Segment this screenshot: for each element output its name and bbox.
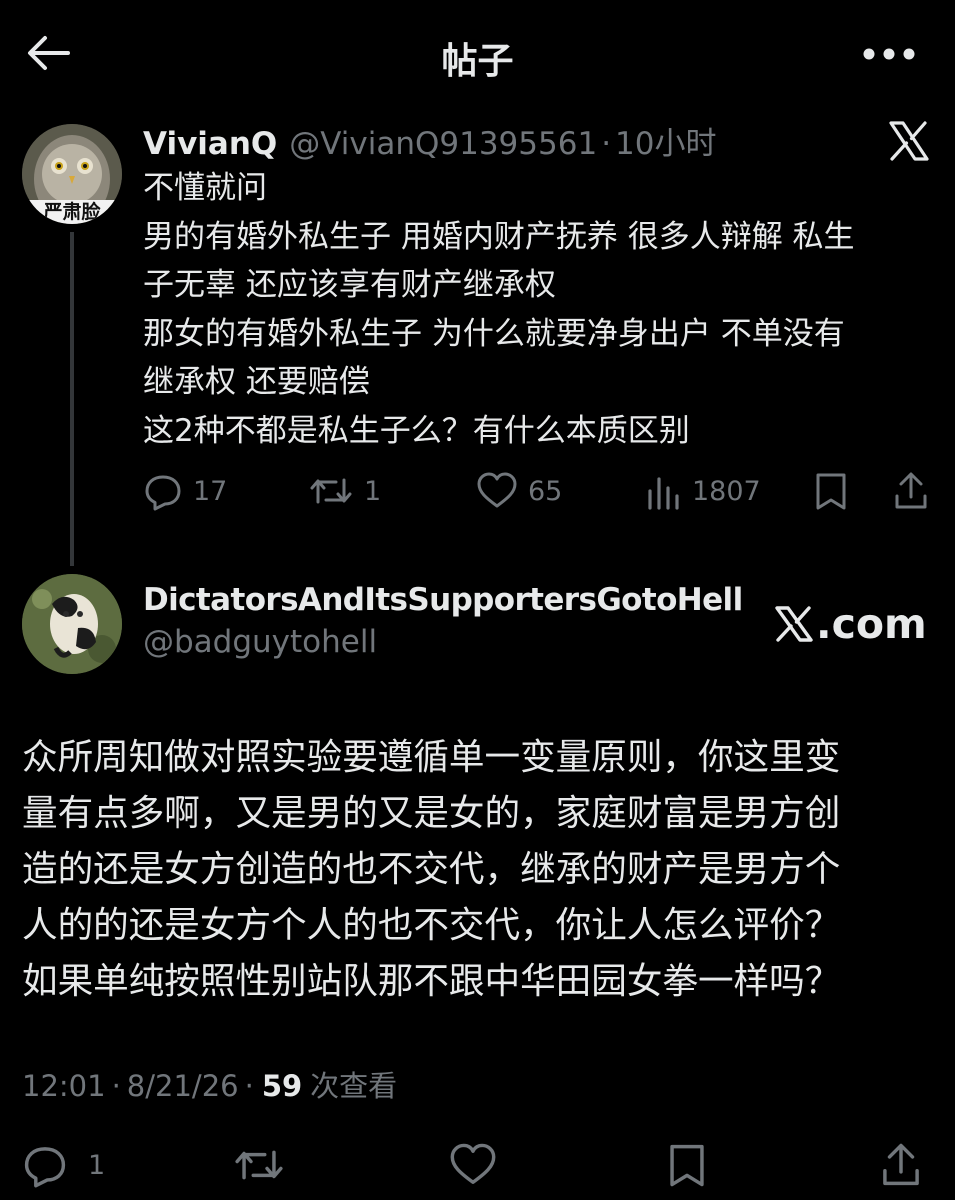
tweet-line: 众所周知做对照实验要遵循单一变量原则，你这里变	[22, 737, 841, 778]
parent-tweet-header: VivianQ @VivianQ91395561 · 10小时	[143, 118, 717, 163]
more-button[interactable]	[859, 34, 919, 74]
watermark: .com	[774, 600, 927, 648]
view-count[interactable]: 59	[262, 1069, 302, 1103]
display-name[interactable]: VivianQ	[143, 126, 277, 162]
user-handle[interactable]: @badguytohell	[143, 624, 377, 660]
tweet-line: 不懂就问	[143, 170, 267, 206]
avatar[interactable]	[22, 574, 122, 674]
bookmark-button[interactable]	[666, 1140, 708, 1190]
page-title: 帖子	[441, 41, 514, 82]
watermark-label: .com	[816, 600, 927, 648]
avatar-caption: 严肃脸	[43, 200, 101, 223]
top-bar: 帖子	[0, 0, 955, 105]
repost-button[interactable]: 1	[308, 466, 381, 516]
reply-count: 1	[88, 1149, 106, 1181]
user-handle[interactable]: @VivianQ91395561	[289, 126, 597, 162]
like-button[interactable]	[448, 1140, 498, 1190]
heart-icon	[477, 472, 517, 508]
bookmark-icon	[670, 1144, 704, 1187]
view-label: 次查看	[310, 1069, 398, 1103]
like-count: 65	[528, 475, 563, 507]
like-button[interactable]: 65	[476, 466, 562, 516]
reply-button[interactable]: 17	[143, 466, 227, 516]
display-name[interactable]: DictatorsAndItsSupportersGotoHell	[143, 582, 743, 618]
share-button[interactable]	[880, 1140, 922, 1190]
analytics-icon	[648, 477, 679, 510]
x-logo-icon	[775, 606, 813, 642]
reply-icon	[24, 1147, 66, 1188]
tweet-date[interactable]: 8/21/26	[127, 1069, 239, 1103]
share-icon	[883, 1143, 919, 1186]
reply-tweet-actions: 1	[0, 1140, 955, 1192]
thread-line	[70, 232, 74, 566]
separator-dot: ·	[111, 1069, 121, 1103]
tweet-line: 这2种不都是私生子么？有什么本质区别	[143, 412, 690, 449]
repost-count: 1	[364, 475, 382, 507]
reply-icon	[145, 475, 181, 511]
tweet-line: 子无辜 还应该享有财产继承权	[143, 267, 556, 303]
tweet-line: 造的还是女方创造的也不交代，继承的财产是男方个	[22, 849, 841, 890]
x-logo-icon	[888, 120, 930, 162]
tweet-line: 如果单纯按照性别站队那不跟中华田园女拳一样吗？	[22, 961, 841, 1002]
repost-button[interactable]	[232, 1140, 286, 1190]
parent-tweet-text: 不懂就问 男的有婚外私生子 用婚内财产抚养 很多人辩解 私生 子无辜 还应该享有…	[143, 164, 938, 455]
separator-dot: ·	[244, 1069, 254, 1103]
views-count: 1807	[692, 475, 761, 507]
share-button[interactable]	[893, 466, 929, 516]
avatar[interactable]: 严肃脸	[22, 124, 122, 224]
tweet-line: 量有点多啊，又是男的又是女的，家庭财富是男方创	[22, 793, 841, 834]
tweet-line: 那女的有婚外私生子 为什么就要净身出户 不单没有	[143, 315, 845, 352]
tweet-line: 人的的还是女方个人的也不交代，你让人怎么评价？	[22, 905, 841, 946]
tweet-time[interactable]: 12:01	[22, 1069, 106, 1103]
separator-dot: ·	[601, 126, 612, 162]
bookmark-button[interactable]	[813, 466, 849, 516]
views-button[interactable]: 1807	[646, 466, 761, 516]
bookmark-icon	[816, 473, 846, 510]
reply-button[interactable]: 1	[22, 1140, 105, 1190]
repost-icon	[310, 478, 352, 504]
tweet-meta: 12:01 · 8/21/26 · 59 次查看	[22, 1063, 397, 1105]
tweet-time[interactable]: 10小时	[615, 118, 716, 163]
share-icon	[895, 472, 927, 509]
repost-icon	[235, 1150, 283, 1180]
tweet-line: 继承权 还要赔偿	[143, 364, 370, 400]
tweet-line: 男的有婚外私生子 用婚内财产抚养 很多人辩解 私生	[143, 218, 855, 255]
parent-tweet-actions: 17 1 65 1807	[143, 466, 938, 516]
more-horizontal-icon	[863, 48, 915, 60]
owl-avatar: 严肃脸	[22, 124, 122, 224]
heart-icon	[450, 1143, 496, 1184]
reply-tweet-text: 众所周知做对照实验要遵循单一变量原则，你这里变 量有点多啊，又是男的又是女的，家…	[22, 730, 942, 1010]
reply-count: 17	[193, 475, 228, 507]
cat-avatar	[22, 574, 122, 674]
